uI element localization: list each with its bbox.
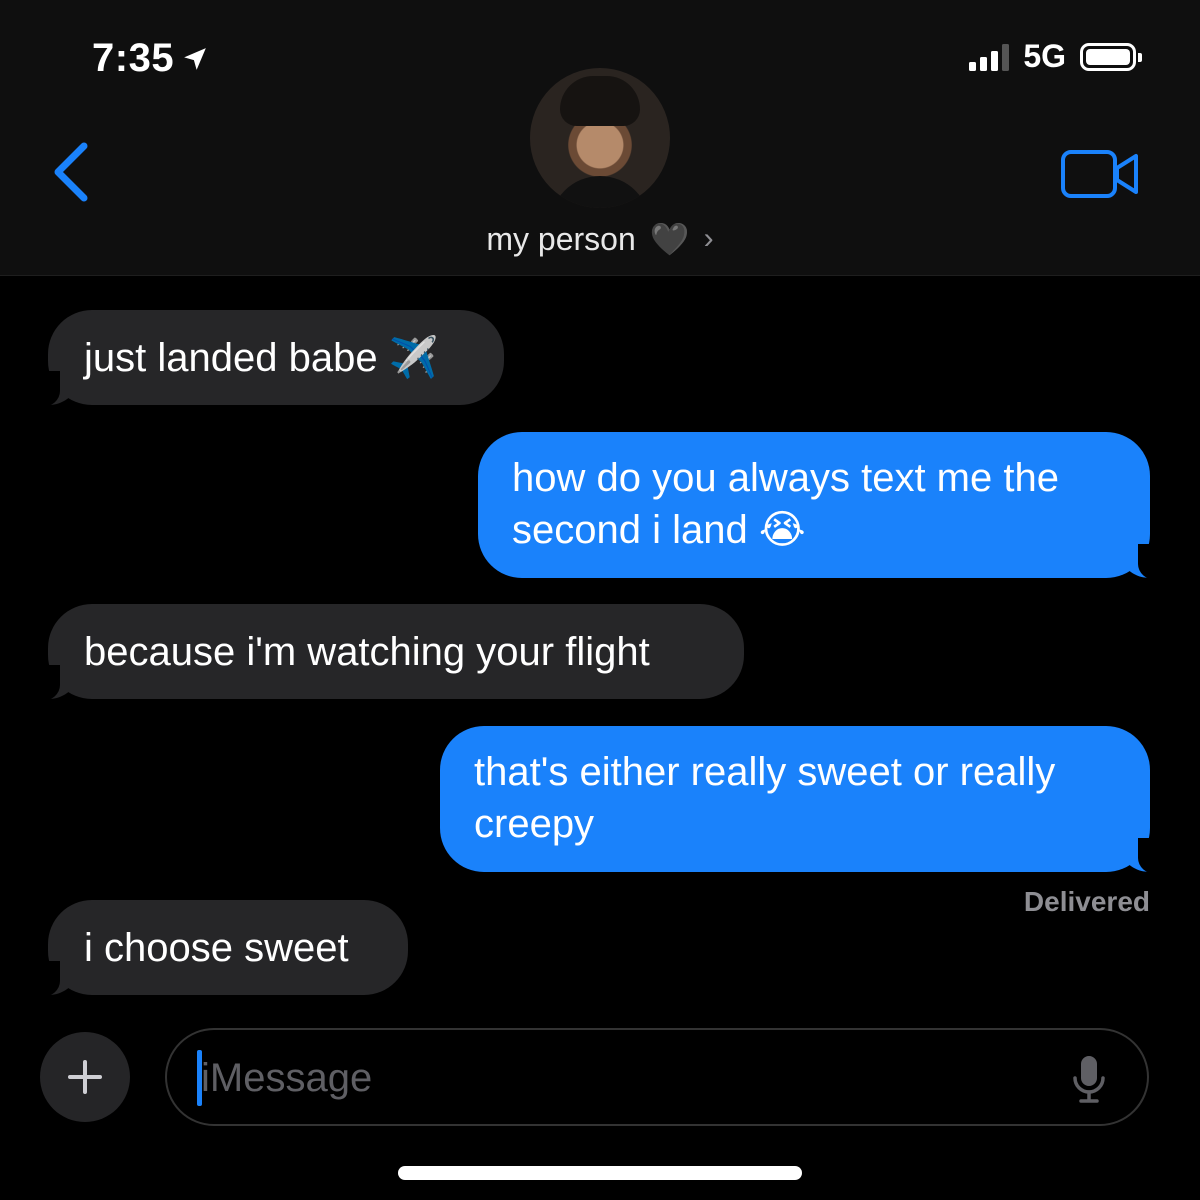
delivery-status: Delivered	[1023, 886, 1150, 917]
home-indicator[interactable]	[398, 1166, 802, 1180]
video-camera-icon[interactable]	[1060, 148, 1140, 200]
add-attachment-button[interactable]	[40, 1032, 130, 1122]
contact-emoji: 🖤	[649, 221, 690, 257]
message-text: just landed babe ✈️	[84, 336, 439, 380]
message-bubble-outgoing[interactable]: how do you always text me the second i l…	[478, 432, 1172, 580]
message-input[interactable]	[201, 1048, 1021, 1108]
message-input-container[interactable]	[165, 1028, 1149, 1126]
message-text: that's either really sweet or really cre…	[474, 750, 1056, 846]
signal-icon	[969, 43, 1010, 71]
status-time-text: 7:35	[92, 36, 175, 80]
chevron-right-icon: ›	[703, 222, 714, 255]
message-bubble-outgoing[interactable]: that's either really sweet or really cre…	[440, 726, 1172, 874]
message-bubble-incoming[interactable]: i choose sweet	[26, 900, 408, 997]
message-bubble-incoming[interactable]: just landed babe ✈️	[26, 310, 504, 407]
conversation-header: 7:35 5G my person 🖤 ›	[0, 0, 1200, 276]
plus-icon	[68, 1060, 102, 1094]
message-text: how do you always text me the second i l…	[512, 456, 1059, 552]
status-indicators: 5G	[969, 38, 1142, 75]
contact-name: my person	[486, 220, 636, 257]
message-text: i choose sweet	[84, 926, 349, 970]
location-arrow-icon	[184, 47, 206, 70]
contact-name-row[interactable]: my person 🖤 ›	[0, 220, 1200, 258]
battery-icon	[1080, 42, 1142, 71]
contact-avatar[interactable]	[530, 68, 670, 208]
microphone-icon[interactable]	[1071, 1054, 1107, 1104]
back-chevron-icon[interactable]	[48, 140, 92, 204]
message-text: because i'm watching your flight	[84, 630, 650, 674]
message-bubble-incoming[interactable]: because i'm watching your flight	[26, 604, 744, 701]
status-time: 7:35	[92, 36, 208, 81]
network-type: 5G	[1023, 38, 1066, 74]
